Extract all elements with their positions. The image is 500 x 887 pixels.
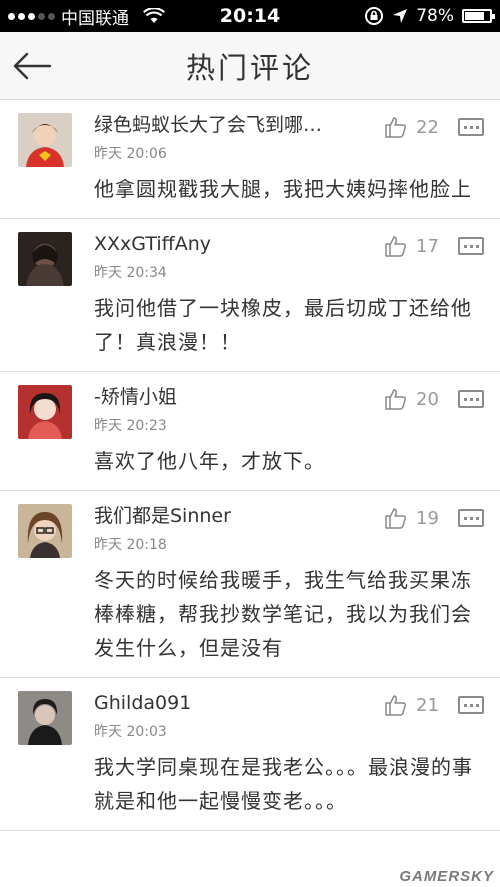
back-arrow-icon xyxy=(13,52,52,80)
avatar[interactable] xyxy=(18,504,72,558)
like-count: 20 xyxy=(416,388,439,410)
like-count: 17 xyxy=(416,235,439,257)
comment-username[interactable]: 我们都是Sinner xyxy=(94,503,354,529)
status-bar: 中国联通 20:14 78% xyxy=(0,0,500,32)
more-options-button[interactable] xyxy=(458,390,484,408)
rotation-lock-icon xyxy=(365,7,384,25)
comment-time: 昨天 20:23 xyxy=(94,418,167,434)
avatar[interactable] xyxy=(18,385,72,439)
more-options-button[interactable] xyxy=(458,696,484,714)
comment-item[interactable]: -矫情小姐 昨天 20:23 喜欢了他八年，才放下。 20 xyxy=(0,372,500,491)
like-button[interactable]: 19 xyxy=(384,506,444,530)
carrier-name: 中国联通 xyxy=(61,8,129,29)
comment-text: 冬天的时候给我暖手，我生气给我买果冻棒棒糖，帮我抄数学笔记，我以为我们会发生什么… xyxy=(94,568,472,660)
thumbs-up-icon xyxy=(385,236,406,257)
comment-text: 我问他借了一块橡皮，最后切成丁还给他了！真浪漫！！ xyxy=(94,296,472,354)
signal-strength-icon xyxy=(8,12,55,20)
comment-list: 绿色蚂蚁长大了会飞到哪… 昨天 20:06 他拿圆规戳我大腿，我把大姨妈摔他脸上… xyxy=(0,100,500,831)
battery-percent: 78% xyxy=(416,6,454,26)
thumbs-up-icon xyxy=(385,695,406,716)
nav-bar: 热门评论 xyxy=(0,32,500,100)
more-options-button[interactable] xyxy=(458,509,484,527)
like-button[interactable]: 22 xyxy=(384,115,444,139)
wifi-icon xyxy=(143,8,165,23)
comment-username[interactable]: -矫情小姐 xyxy=(94,384,354,410)
back-button[interactable] xyxy=(8,44,56,88)
avatar[interactable] xyxy=(18,232,72,286)
comment-text: 他拿圆规戳我大腿，我把大姨妈摔他脸上 xyxy=(94,177,472,201)
location-arrow-icon xyxy=(393,9,408,23)
comment-username[interactable]: Ghilda091 xyxy=(94,690,354,716)
like-button[interactable]: 20 xyxy=(384,387,444,411)
comment-time: 昨天 20:34 xyxy=(94,265,167,281)
thumbs-up-icon xyxy=(385,117,406,138)
like-button[interactable]: 17 xyxy=(384,234,444,258)
like-count: 19 xyxy=(416,507,439,529)
comment-username[interactable]: XXxGTiffAny xyxy=(94,231,354,257)
comment-time: 昨天 20:18 xyxy=(94,537,167,553)
thumbs-up-icon xyxy=(385,508,406,529)
comment-item[interactable]: 我们都是Sinner 昨天 20:18 冬天的时候给我暖手，我生气给我买果冻棒棒… xyxy=(0,491,500,678)
more-options-button[interactable] xyxy=(458,237,484,255)
comment-text: 我大学同桌现在是我老公。。。最浪漫的事就是和他一起慢慢变老。。。 xyxy=(94,755,473,813)
like-count: 21 xyxy=(416,694,439,716)
page-title: 热门评论 xyxy=(185,50,314,85)
avatar[interactable] xyxy=(18,113,72,167)
battery-icon xyxy=(462,9,495,23)
like-button[interactable]: 21 xyxy=(384,693,444,717)
watermark: GAMERSKY xyxy=(399,868,494,885)
avatar[interactable] xyxy=(18,691,72,745)
comment-item[interactable]: XXxGTiffAny 昨天 20:34 我问他借了一块橡皮，最后切成丁还给他了… xyxy=(0,219,500,372)
comment-time: 昨天 20:03 xyxy=(94,724,167,740)
comment-username[interactable]: 绿色蚂蚁长大了会飞到哪… xyxy=(94,112,354,138)
like-count: 22 xyxy=(416,116,439,138)
thumbs-up-icon xyxy=(385,389,406,410)
more-options-button[interactable] xyxy=(458,118,484,136)
comment-item[interactable]: Ghilda091 昨天 20:03 我大学同桌现在是我老公。。。最浪漫的事就是… xyxy=(0,678,500,831)
comment-item[interactable]: 绿色蚂蚁长大了会飞到哪… 昨天 20:06 他拿圆规戳我大腿，我把大姨妈摔他脸上… xyxy=(0,100,500,219)
comment-time: 昨天 20:06 xyxy=(94,146,167,162)
comment-text: 喜欢了他八年，才放下。 xyxy=(94,449,325,473)
